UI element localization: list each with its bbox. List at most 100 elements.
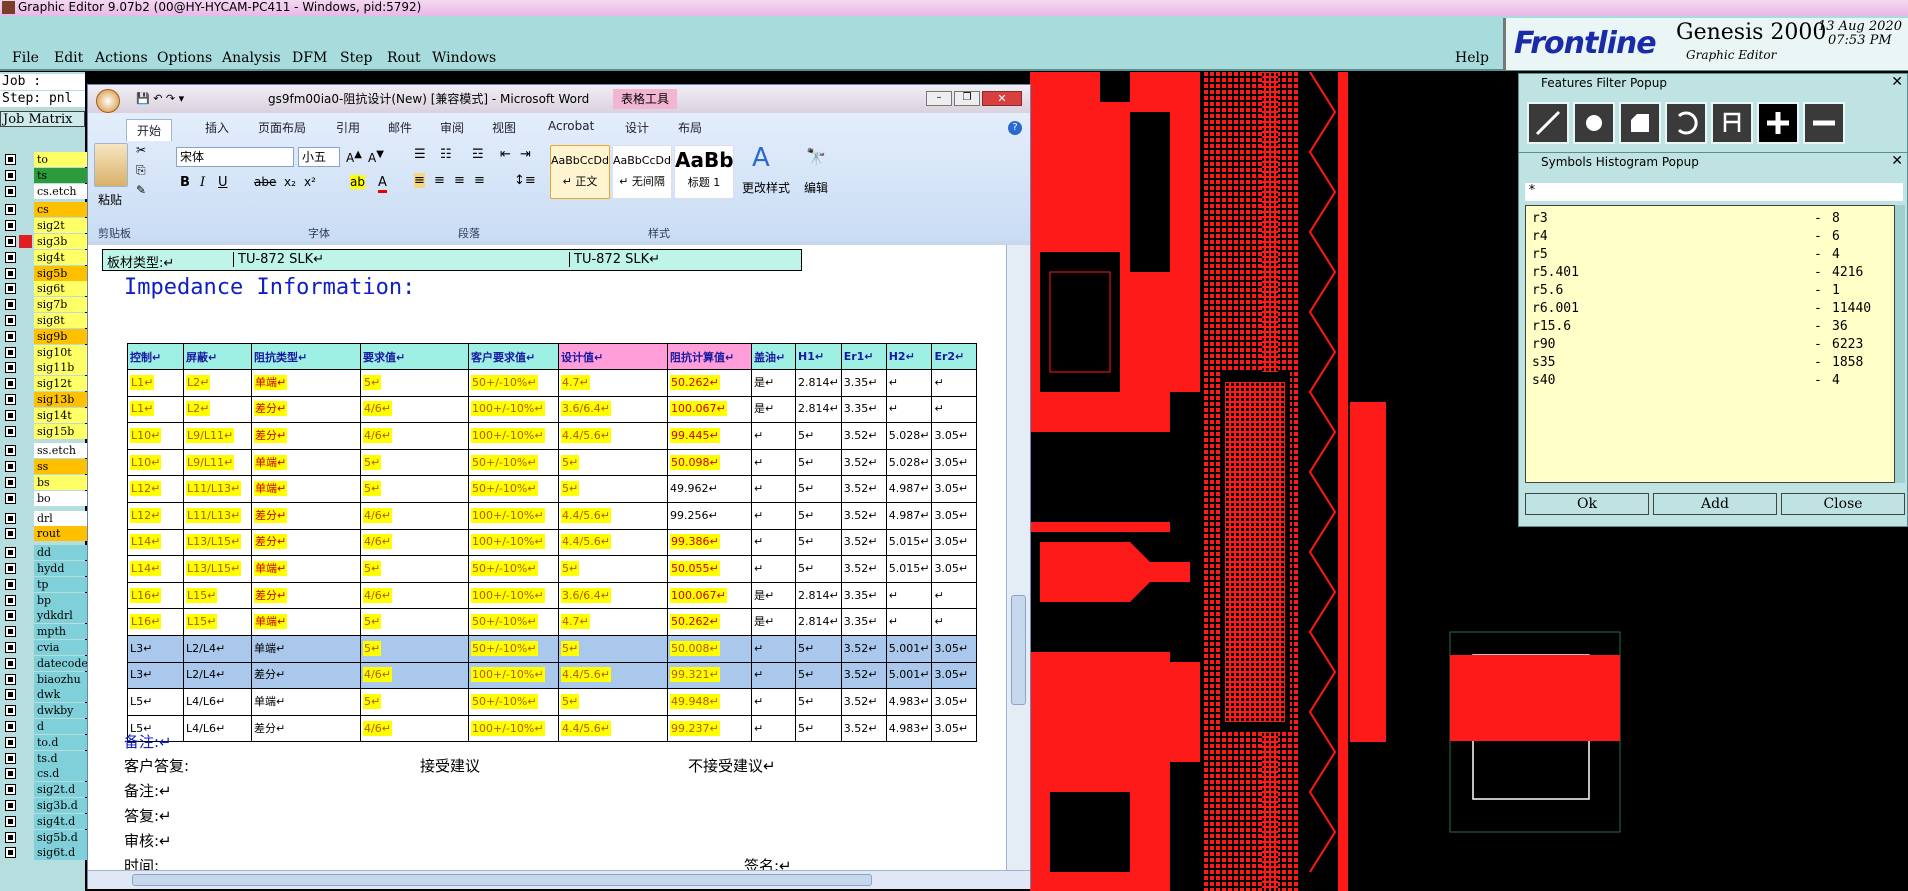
table-cell[interactable]: 3.52↵ [840,501,887,530]
binoculars-icon[interactable]: 🔭 [806,147,826,166]
table-cell[interactable]: 99.321↵ [667,661,752,690]
format-painter-icon[interactable]: ✎ [136,183,146,197]
table-cell[interactable]: 50+/-10%↵ [468,555,559,583]
table-cell[interactable]: ↵ [751,634,796,663]
table-cell[interactable]: 5↵ [360,634,469,663]
layer-item[interactable]: dwk [0,687,94,703]
tab-mailings[interactable]: 邮件 [388,119,412,136]
symbol-row[interactable]: r5.401 -4216 [1532,264,1888,282]
layer-checkbox[interactable] [5,800,16,811]
layer-item[interactable]: datecode [0,655,94,671]
layer-item[interactable]: hydd [0,561,94,576]
table-cell[interactable]: 100+/-10%↵ [468,395,559,424]
layer-checkbox[interactable] [5,236,16,247]
table-cell[interactable]: 3.35↵ [840,395,887,424]
table-cell[interactable]: 差分↵ [251,528,361,557]
table-cell[interactable]: 3.35↵ [840,608,887,636]
table-cell[interactable]: ↵ [931,581,978,610]
layer-item[interactable]: sig8t [0,313,94,328]
underline-icon[interactable]: U [218,175,228,190]
table-cell[interactable]: 3.05↵ [931,528,978,557]
symbol-row[interactable]: r4 -6 [1532,228,1888,246]
table-row[interactable]: L1↵ L2↵ 差分↵ 4/6↵ 100+/-10%↵ 3.6/6.4↵ 100.067↵ 是… [127,395,978,424]
table-cell[interactable]: 5.015↵ [885,528,933,557]
layer-item[interactable]: sig11b [0,360,94,376]
layer-checkbox[interactable] [5,626,16,638]
table-cell[interactable]: 3.52↵ [840,661,887,690]
table-cell[interactable]: 4.7↵ [558,369,668,397]
table-cell[interactable]: 5↵ [558,688,668,716]
line-spacing-icon[interactable]: ↕≡ [514,173,536,188]
layer-checkbox[interactable] [5,784,16,796]
horizontal-scrollbar[interactable] [88,870,1030,889]
table-cell[interactable]: 差分↵ [251,714,361,743]
layer-checkbox[interactable] [5,445,16,457]
table-cell[interactable]: 4/6↵ [360,714,469,743]
layer-checkbox[interactable] [5,705,16,717]
table-cell[interactable]: 3.35↵ [840,369,887,397]
table-cell[interactable]: 5↵ [558,475,668,503]
table-row[interactable]: L5↵ L4/L6↵ 单端↵ 5↵ 50+/-10%↵ 5↵ 49.948↵ ↵ 5↵ 3.52↵… [127,688,978,716]
table-cell[interactable]: 49.962↵ [667,475,752,503]
text-tool-icon[interactable] [1711,102,1753,144]
table-cell[interactable]: 50+/-10%↵ [468,634,559,663]
style-normal[interactable]: AaBbCcDd ↵ 正文 [550,145,610,199]
table-cell[interactable]: L12↵ [127,501,184,530]
table-cell[interactable]: 50.008↵ [667,634,752,663]
layer-item[interactable]: sig6t [0,281,94,297]
table-cell[interactable]: 是↵ [751,581,796,610]
line-tool-icon[interactable] [1527,102,1569,144]
layer-checkbox[interactable] [5,330,16,342]
table-row[interactable]: L16↵ L15↵ 差分↵ 4/6↵ 100+/-10%↵ 3.6/6.4↵ 100.067… [127,581,978,610]
numbering-icon[interactable]: ☷ [440,147,452,162]
tab-acrobat[interactable]: Acrobat [548,119,594,133]
close-icon[interactable]: ✕ [1891,153,1903,169]
layer-item[interactable]: sig7b [0,297,94,313]
table-cell[interactable]: 3.52↵ [840,475,887,503]
table-row[interactable]: L16↵ L15↵ 单端↵ 5↵ 50+/-10%↵ 4.7↵ 50.262↵ 是↵ 2.814… [127,608,978,636]
table-cell[interactable]: L4/L6↵ [183,688,252,716]
layer-item[interactable]: sig9b [0,328,94,344]
table-cell[interactable]: 3.52↵ [840,422,887,450]
table-cell[interactable]: L3↵ [127,661,184,690]
table-cell[interactable]: 5↵ [795,501,842,530]
table-cell[interactable]: L2↵ [183,395,252,424]
table-cell[interactable]: L16↵ [127,608,184,636]
layer-item[interactable]: sig2t [0,218,94,234]
table-cell[interactable]: ↵ [751,714,796,743]
layer-item[interactable]: sig6t.d [0,845,94,861]
clipboard-icon[interactable] [94,143,128,187]
scroll-thumb[interactable] [1011,595,1026,705]
table-cell[interactable]: 2.814↵ [795,608,842,636]
table-cell[interactable]: 3.6/6.4↵ [558,581,668,610]
table-cell[interactable]: 4.983↵ [885,688,933,716]
layer-item[interactable]: sig3b [0,234,94,249]
table-cell[interactable]: L4/L6↵ [183,714,252,743]
layer-item[interactable]: d [0,719,94,734]
table-cell[interactable]: 5↵ [795,475,842,503]
table-cell[interactable]: ↵ [751,555,796,583]
layer-checkbox[interactable] [5,283,16,295]
layer-checkbox[interactable] [5,768,16,780]
menu-step[interactable]: Step [340,50,372,66]
table-row[interactable]: L5↵ L4/L6↵ 差分↵ 4/6↵ 100+/-10%↵ 4.4/5.6↵ 99.237… [127,714,978,743]
table-cell[interactable]: L12↵ [127,475,184,503]
table-cell[interactable]: 5↵ [558,634,668,663]
hscroll-thumb[interactable] [132,874,872,886]
table-cell[interactable]: 差分↵ [251,395,361,424]
layer-checkbox[interactable] [5,251,16,263]
table-cell[interactable]: 5↵ [795,661,842,690]
table-cell[interactable]: 4.983↵ [885,714,933,743]
layer-checkbox[interactable] [5,736,16,748]
layer-checkbox[interactable] [5,378,16,390]
table-cell[interactable]: 2.814↵ [795,369,842,397]
table-cell[interactable]: 99.237↵ [667,714,752,743]
layer-item[interactable]: sig4t.d [0,813,94,829]
table-cell[interactable]: 3.05↵ [931,555,978,583]
menu-edit[interactable]: Edit [54,50,83,66]
layer-checkbox[interactable] [5,299,16,311]
menu-options[interactable]: Options [157,50,212,66]
table-cell[interactable]: 100+/-10%↵ [468,581,559,610]
table-cell[interactable]: 单端↵ [251,475,361,503]
table-cell[interactable]: 50+/-10%↵ [468,448,559,477]
